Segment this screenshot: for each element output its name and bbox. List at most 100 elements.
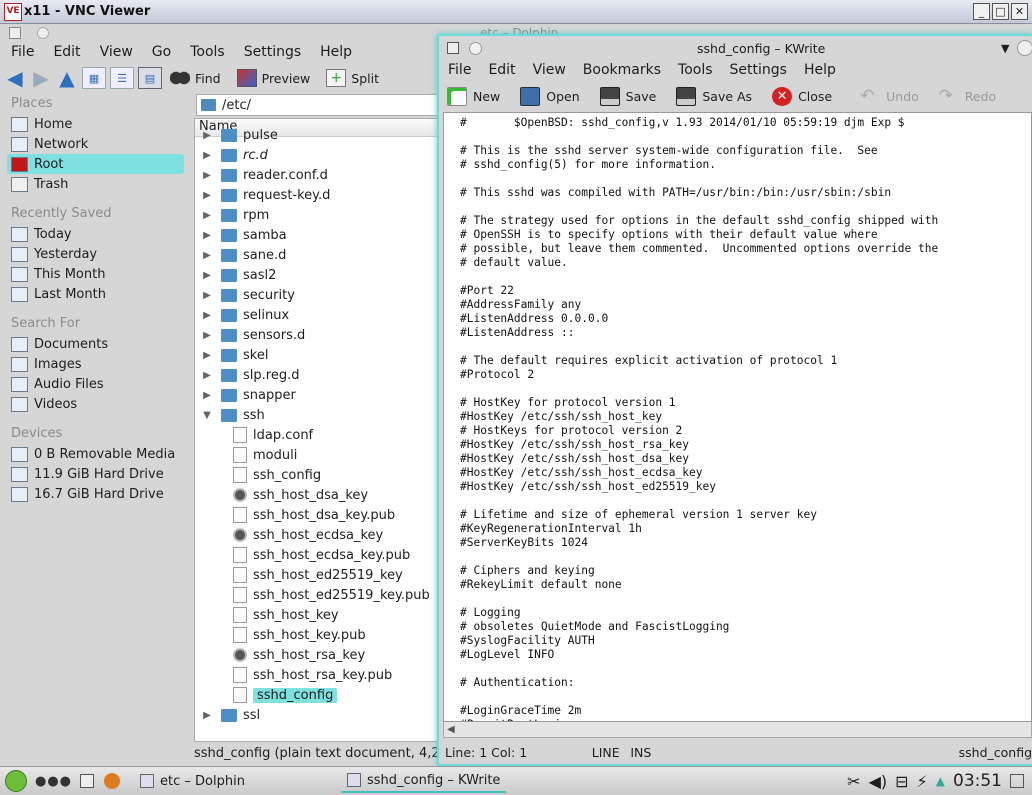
kwrite-menu-bookmarks[interactable]: Bookmarks [574, 60, 669, 82]
places-item-16-7-gib-hard-drive[interactable]: 16.7 GiB Hard Drive [0, 484, 192, 504]
places-item-last-month[interactable]: Last Month [0, 284, 192, 304]
list-item[interactable]: ssh_host_key.pub [195, 625, 446, 645]
dolphin-window-icon[interactable] [9, 27, 21, 39]
icons-view-button[interactable]: ▦ [82, 67, 106, 89]
places-item-today[interactable]: Today [0, 224, 192, 244]
forward-arrow-icon[interactable]: ▶ [30, 66, 52, 90]
kwrite-window-icon[interactable] [447, 42, 459, 54]
dolphin-menu-help[interactable]: Help [309, 42, 360, 64]
horizontal-scrollbar[interactable]: ◀ [443, 722, 1032, 738]
chevron-right-icon[interactable]: ▶ [201, 130, 213, 141]
tools-icon[interactable]: ✂ [847, 772, 860, 791]
compact-view-button[interactable]: ☰ [110, 67, 134, 89]
expand-tray-icon[interactable]: ▲ [936, 774, 945, 788]
kwrite-menu-file[interactable]: File [439, 60, 479, 82]
clipboard-icon[interactable]: ⊟ [895, 772, 908, 791]
list-item[interactable]: ▶ reader.conf.d [195, 165, 446, 185]
list-item[interactable]: ▶ slp.reg.d [195, 365, 446, 385]
back-arrow-icon[interactable]: ◀ [4, 66, 26, 90]
clock[interactable]: 03:51 [953, 771, 1002, 791]
list-item[interactable]: ssh_host_ecdsa_key.pub [195, 545, 446, 565]
pin-icon[interactable] [37, 27, 49, 39]
places-item-audio-files[interactable]: Audio Files [0, 374, 192, 394]
dashboard-icon[interactable] [1010, 774, 1024, 788]
list-item[interactable]: ▶ ssl [195, 705, 446, 725]
dolphin-menu-tools[interactable]: Tools [179, 42, 233, 64]
chevron-right-icon[interactable]: ▶ [201, 350, 213, 361]
list-item[interactable]: ssh_host_ed25519_key [195, 565, 446, 585]
vnc-maximize-button[interactable]: □ [992, 3, 1009, 20]
list-item[interactable]: ▶ request-key.d [195, 185, 446, 205]
places-item-yesterday[interactable]: Yesterday [0, 244, 192, 264]
list-item[interactable]: ▶ rc.d [195, 145, 446, 165]
pin-icon[interactable] [469, 41, 482, 55]
places-item-trash[interactable]: Trash [0, 174, 192, 194]
kwrite-menu-help[interactable]: Help [795, 60, 844, 82]
text-editor[interactable]: # $OpenBSD: sshd_config,v 1.93 2014/01/1… [443, 112, 1032, 722]
dolphin-menu-settings[interactable]: Settings [233, 42, 309, 64]
dolphin-menu-edit[interactable]: Edit [42, 42, 88, 64]
list-item[interactable]: ssh_host_dsa_key.pub [195, 505, 446, 525]
vnc-minimize-button[interactable]: _ [973, 3, 990, 20]
line-mode[interactable]: LINE [592, 745, 631, 760]
list-item[interactable]: ssh_config [195, 465, 446, 485]
list-item[interactable]: ▶ sane.d [195, 245, 446, 265]
chevron-right-icon[interactable]: ▶ [201, 250, 213, 261]
chevron-right-icon[interactable]: ▶ [201, 310, 213, 321]
chevron-down-icon[interactable]: ▼ [201, 410, 213, 421]
chevron-right-icon[interactable]: ▶ [201, 370, 213, 381]
close-button[interactable]: ✕ Close [772, 86, 836, 106]
chevron-right-icon[interactable]: ▶ [201, 270, 213, 281]
list-item[interactable]: ▶ rpm [195, 205, 446, 225]
places-item-videos[interactable]: Videos [0, 394, 192, 414]
task-kwrite[interactable]: sshd_config – KWrite [340, 769, 507, 793]
scroll-left-icon[interactable]: ◀ [447, 724, 455, 735]
list-item[interactable]: ldap.conf [195, 425, 446, 445]
places-item-documents[interactable]: Documents [0, 334, 192, 354]
more-icon[interactable]: ●●● [35, 774, 72, 789]
chevron-right-icon[interactable]: ▶ [201, 710, 213, 721]
desktop-icon[interactable] [80, 774, 95, 788]
chevron-right-icon[interactable]: ▶ [201, 210, 213, 221]
chevron-right-icon[interactable]: ▶ [201, 330, 213, 341]
list-item[interactable]: sshd_config [195, 685, 446, 705]
task-dolphin[interactable]: etc – Dolphin [134, 769, 251, 793]
kwrite-menu-settings[interactable]: Settings [721, 60, 795, 82]
places-item-0-b-removable-media[interactable]: 0 B Removable Media [0, 444, 192, 464]
chevron-right-icon[interactable]: ▶ [201, 390, 213, 401]
preview-button[interactable]: Preview [236, 69, 310, 87]
chevron-right-icon[interactable]: ▶ [201, 230, 213, 241]
kwrite-menu-tools[interactable]: Tools [669, 60, 721, 82]
undo-button[interactable]: ↶ Undo [860, 86, 923, 106]
list-item[interactable]: ▶ pulse [195, 125, 446, 145]
firefox-icon[interactable] [104, 773, 121, 789]
dolphin-menu-go[interactable]: Go [141, 42, 179, 64]
places-item-network[interactable]: Network [0, 134, 192, 154]
close-window-button[interactable] [1017, 40, 1032, 56]
new-button[interactable]: New [447, 86, 504, 106]
open-button[interactable]: Open [520, 86, 583, 106]
list-item[interactable]: ssh_host_ed25519_key.pub [195, 585, 446, 605]
list-item[interactable]: ssh_host_key [195, 605, 446, 625]
dolphin-menu-file[interactable]: File [0, 42, 42, 64]
start-menu-icon[interactable] [5, 770, 27, 792]
editor-content[interactable]: # $OpenBSD: sshd_config,v 1.93 2014/01/1… [444, 113, 1031, 721]
volume-icon[interactable]: ◀) [869, 772, 888, 791]
kwrite-menu-view[interactable]: View [524, 60, 574, 82]
places-item-this-month[interactable]: This Month [0, 264, 192, 284]
list-item[interactable]: ▶ sasl2 [195, 265, 446, 285]
list-item[interactable]: ▼ ssh [195, 405, 446, 425]
split-button[interactable]: + Split [326, 69, 379, 87]
list-item[interactable]: ssh_host_ecdsa_key [195, 525, 446, 545]
chevron-down-icon[interactable]: ▼ [1001, 42, 1009, 55]
dolphin-menu-view[interactable]: View [89, 42, 141, 64]
list-item[interactable]: moduli [195, 445, 446, 465]
chevron-right-icon[interactable]: ▶ [201, 150, 213, 161]
save-button[interactable]: Save [599, 86, 661, 106]
places-item-11-9-gib-hard-drive[interactable]: 11.9 GiB Hard Drive [0, 464, 192, 484]
redo-button[interactable]: ↷ Redo [939, 86, 1000, 106]
list-item[interactable]: ssh_host_rsa_key [195, 645, 446, 665]
list-item[interactable]: ssh_host_dsa_key [195, 485, 446, 505]
list-item[interactable]: ▶ sensors.d [195, 325, 446, 345]
details-view-button[interactable]: ▤ [138, 67, 162, 89]
